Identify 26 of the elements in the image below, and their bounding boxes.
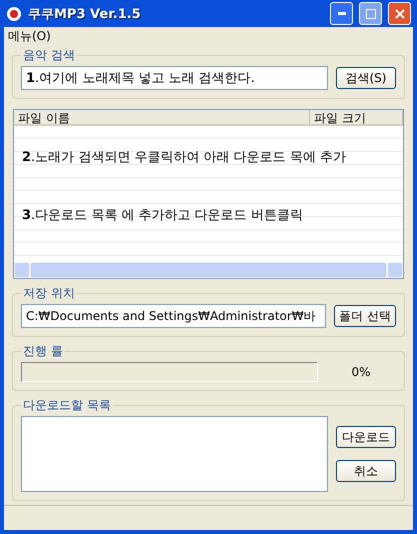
column-header[interactable]: 파일 이름	[14, 110, 310, 126]
app-logo-icon	[6, 6, 22, 22]
column-header[interactable]: 파일 크기	[310, 110, 403, 126]
instruction-note: 3.다운로드 목록 에 추가하고 다운로드 버튼클릭	[22, 207, 304, 224]
horizontal-scrollbar[interactable]	[14, 262, 403, 278]
search-field[interactable]: 1.여기에 노래제목 넣고 노래 검색한다.	[21, 66, 328, 90]
download-list[interactable]	[21, 416, 328, 492]
instruction-note: 2.노래가 검색되면 우클릭하여 아래 다운로드 목에 추가	[22, 149, 347, 166]
group-label: 진행 률	[22, 343, 64, 360]
group-label: 저장 위치	[22, 285, 76, 302]
maximize-icon	[366, 8, 376, 18]
path-field[interactable]: C:₩Documents and Settings₩Administrator₩바	[21, 304, 326, 328]
close-button[interactable]	[388, 2, 411, 25]
window-title: 쿠쿠MP3 Ver.1.5	[28, 6, 142, 22]
minimize-icon	[338, 12, 346, 15]
minimize-button[interactable]	[330, 2, 353, 25]
progress-reading: 0%	[350, 365, 372, 379]
maximize-button[interactable]	[359, 2, 382, 25]
folder-select-button[interactable]: 폴더 선택	[334, 305, 396, 327]
cancel-button[interactable]: 취소	[336, 460, 396, 482]
search-button[interactable]: 검색(S)	[336, 67, 396, 89]
menu-item[interactable]: 메뉴(O)	[8, 28, 51, 44]
group-label: 음악 검색	[22, 47, 76, 64]
download-button[interactable]: 다운로드	[336, 426, 396, 448]
group-label: 다운로드할 목록	[22, 397, 112, 414]
close-icon	[394, 8, 404, 18]
